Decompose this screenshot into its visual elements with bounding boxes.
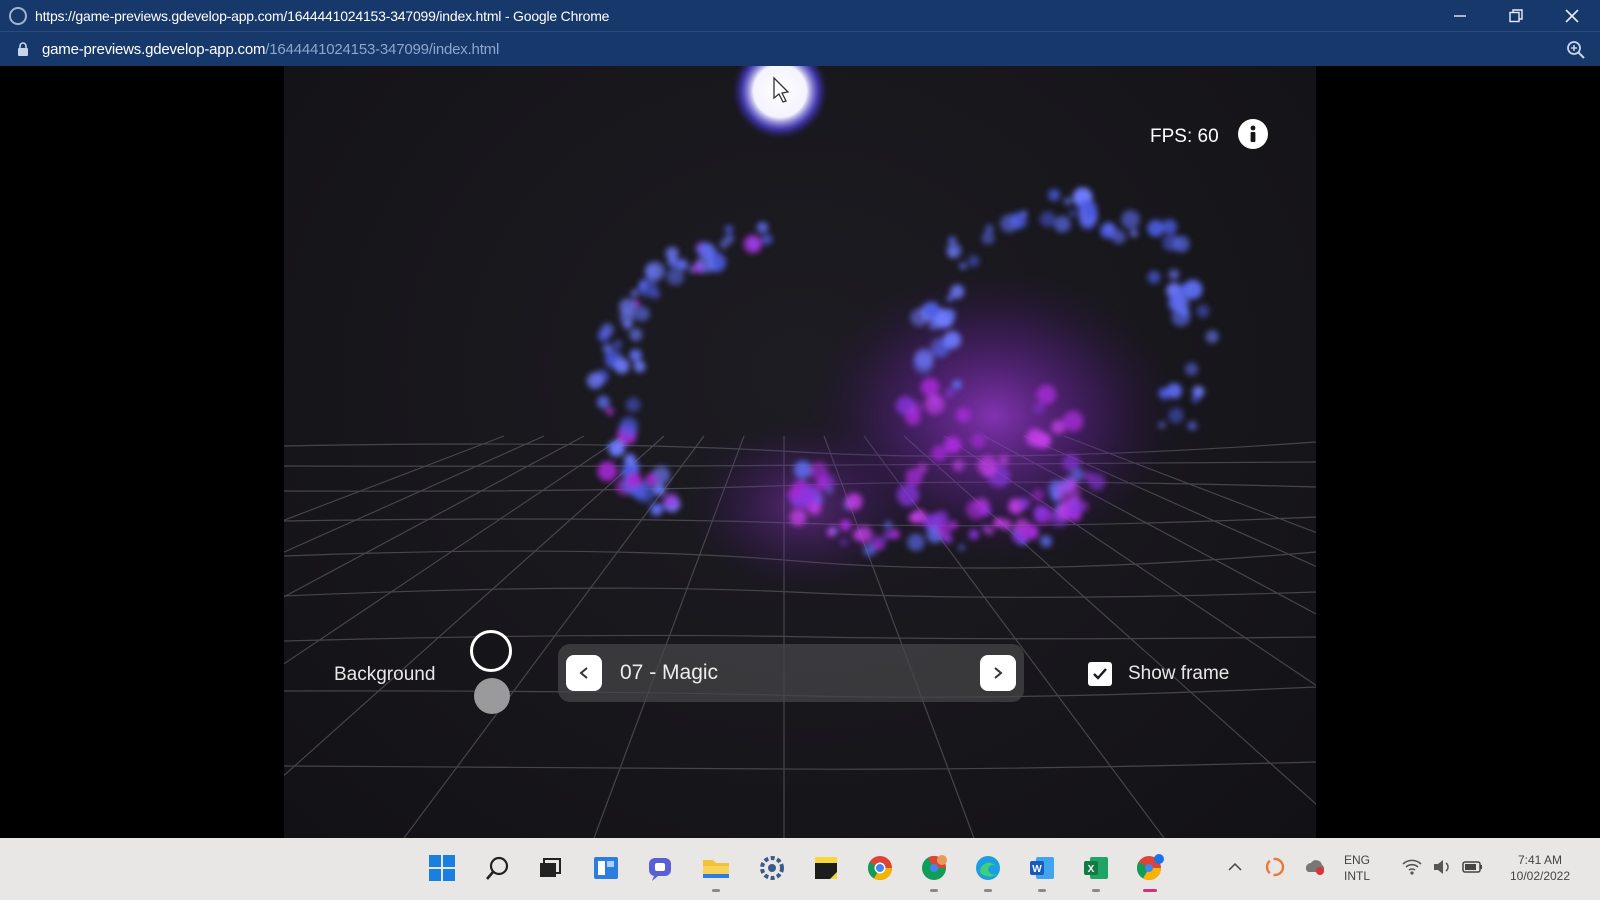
language-indicator[interactable]: ENG INTL xyxy=(1344,852,1370,884)
minimize-icon xyxy=(1454,14,1466,17)
wifi-icon[interactable] xyxy=(1402,858,1422,876)
chevron-up-icon[interactable] xyxy=(1228,862,1242,872)
word-icon[interactable]: W xyxy=(1026,852,1058,892)
widgets-icon[interactable] xyxy=(590,852,622,884)
chrome-active-icon[interactable] xyxy=(1134,852,1166,892)
onedrive-icon[interactable] xyxy=(1304,856,1326,878)
background-label: Background xyxy=(334,664,436,685)
task-view-icon[interactable] xyxy=(534,852,566,884)
clock-time: 7:41 AM xyxy=(1517,853,1563,867)
minimize-button[interactable] xyxy=(1432,0,1488,31)
scene-name: 07 - Magic xyxy=(620,661,719,684)
browser-title-bar: https://game-previews.gdevelop-app.com/1… xyxy=(0,0,1600,31)
cursor-orb xyxy=(732,66,828,139)
file-explorer-icon[interactable] xyxy=(700,852,732,892)
previous-scene-button[interactable] xyxy=(566,655,602,691)
window-title: https://game-previews.gdevelop-app.com/1… xyxy=(35,7,610,24)
excel-icon[interactable]: X xyxy=(1080,852,1112,892)
chevron-left-icon xyxy=(579,667,588,679)
restore-button[interactable] xyxy=(1488,0,1544,31)
search-icon[interactable] xyxy=(482,852,514,884)
game-canvas[interactable]: FPS: 60 Background 07 - Magic Show frame xyxy=(284,66,1316,838)
url-host: game-previews.gdevelop-app.com xyxy=(42,40,266,58)
settings-icon[interactable] xyxy=(756,852,788,884)
page-viewport: FPS: 60 Background 07 - Magic Show frame xyxy=(0,66,1600,838)
url-path: /1644441024153-347099/index.html xyxy=(265,40,500,58)
fps-counter: FPS: 60 xyxy=(1150,126,1219,147)
restore-icon xyxy=(1509,8,1523,22)
svg-text:W: W xyxy=(1032,864,1042,875)
zoom-icon[interactable] xyxy=(1566,40,1586,60)
sync-icon[interactable] xyxy=(1264,856,1286,878)
battery-icon[interactable] xyxy=(1462,858,1484,876)
chevron-right-icon xyxy=(994,667,1003,679)
chrome-icon[interactable] xyxy=(864,852,896,884)
sticky-notes-icon[interactable] xyxy=(810,852,842,884)
windows-taskbar: W X ENG INTL 7:41 AM 10/02/2022 xyxy=(0,838,1600,900)
close-button[interactable] xyxy=(1544,0,1600,31)
page-favicon-icon xyxy=(9,6,27,25)
particle-scene xyxy=(284,66,1316,838)
show-frame-label: Show frame xyxy=(1128,663,1230,684)
show-frame-checkbox[interactable] xyxy=(1088,662,1112,686)
info-icon xyxy=(1250,125,1256,142)
scene-selector: 07 - Magic xyxy=(558,644,1024,702)
background-dark-option[interactable] xyxy=(470,630,512,672)
clock[interactable]: 7:41 AM 10/02/2022 xyxy=(1500,852,1580,884)
url-text[interactable]: game-previews.gdevelop-app.com/164444102… xyxy=(42,41,499,58)
info-button[interactable] xyxy=(1238,119,1268,149)
checkmark-icon xyxy=(1093,668,1107,680)
next-scene-button[interactable] xyxy=(980,655,1016,691)
edge-icon[interactable] xyxy=(972,852,1004,892)
chat-icon[interactable] xyxy=(644,852,676,884)
close-icon xyxy=(1565,8,1579,23)
windows-start-icon[interactable] xyxy=(426,852,458,884)
volume-icon[interactable] xyxy=(1432,858,1452,876)
chrome-profile-icon[interactable] xyxy=(918,852,950,892)
lock-icon xyxy=(18,42,28,56)
address-bar[interactable]: game-previews.gdevelop-app.com/164444102… xyxy=(0,31,1600,66)
clock-date: 10/02/2022 xyxy=(1509,869,1571,883)
svg-text:X: X xyxy=(1088,864,1095,875)
background-gray-option[interactable] xyxy=(474,678,510,714)
